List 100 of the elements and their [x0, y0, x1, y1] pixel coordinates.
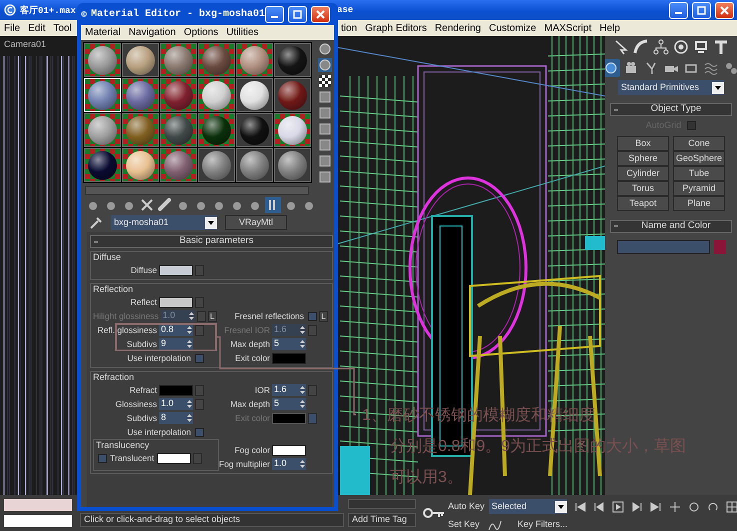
material-slot[interactable]: [236, 113, 273, 147]
menu-item[interactable]: Help: [595, 20, 624, 36]
minimize-button[interactable]: [265, 6, 284, 22]
eyedropper-icon[interactable]: [89, 216, 103, 230]
color-swatch[interactable]: [272, 352, 306, 364]
arc-icon[interactable]: [632, 38, 650, 56]
key-mode-dropdown[interactable]: Selected: [488, 499, 567, 514]
gears-icon[interactable]: [723, 60, 737, 76]
material-slot[interactable]: [160, 113, 197, 147]
script-output-field[interactable]: [4, 514, 72, 527]
material-slot[interactable]: [274, 148, 311, 182]
maximize-button[interactable]: [288, 6, 307, 22]
square-icon[interactable]: [318, 90, 332, 104]
play-icon[interactable]: [612, 500, 624, 512]
material-slot[interactable]: [84, 113, 121, 147]
close-button[interactable]: [714, 2, 734, 18]
number-spinner[interactable]: 9: [159, 338, 193, 350]
camera-icon[interactable]: [623, 60, 639, 76]
material-slot[interactable]: [236, 78, 273, 112]
material-slot[interactable]: [198, 148, 235, 182]
primitive-button[interactable]: Cylinder: [617, 166, 669, 180]
color-swatch[interactable]: [714, 240, 726, 254]
time-tag-button[interactable]: Add Time Tag: [348, 513, 416, 527]
hammer-icon[interactable]: [712, 38, 730, 56]
primitive-button[interactable]: Torus: [617, 180, 669, 196]
disc-icon[interactable]: [672, 38, 690, 56]
material-slot[interactable]: [122, 43, 159, 77]
number-spinner[interactable]: 1.0: [272, 458, 306, 470]
go-to-start-icon[interactable]: [574, 500, 586, 512]
spinner-arrows-icon[interactable]: [299, 399, 306, 409]
material-type-button[interactable]: VRayMtl: [225, 215, 287, 230]
delete-icon[interactable]: [139, 197, 155, 213]
material-slot[interactable]: [198, 78, 235, 112]
material-slot[interactable]: [274, 78, 311, 112]
spinner-arrows-icon[interactable]: [299, 339, 306, 349]
sphere-icon[interactable]: [603, 60, 619, 76]
square-icon[interactable]: [318, 106, 332, 120]
menu-item[interactable]: Customize: [484, 20, 540, 36]
square-icon[interactable]: [318, 154, 332, 168]
menu-item[interactable]: MAXScript: [540, 20, 596, 36]
spinner-arrows-icon[interactable]: [186, 325, 193, 335]
category-dropdown[interactable]: Standard Primitives: [618, 80, 724, 95]
spinner-arrows-icon[interactable]: [186, 339, 193, 349]
menu-item[interactable]: File: [0, 20, 24, 36]
number-spinner[interactable]: 5: [272, 398, 306, 410]
color-swatch[interactable]: [272, 444, 306, 456]
material-slot[interactable]: [84, 148, 121, 182]
rotate-icon[interactable]: [706, 500, 719, 512]
orbit-icon[interactable]: [688, 500, 700, 512]
number-spinner[interactable]: 5: [272, 338, 306, 350]
spinner-arrows-icon[interactable]: [186, 399, 193, 409]
auto-key-button[interactable]: Auto Key: [448, 500, 485, 514]
map-button[interactable]: [195, 324, 204, 336]
set-key-button[interactable]: Set Key: [448, 518, 480, 531]
menu-item[interactable]: Material: [81, 25, 125, 40]
lock-button[interactable]: L: [319, 310, 328, 322]
color-swatch[interactable]: [159, 264, 193, 276]
grid-icon[interactable]: [726, 500, 737, 512]
primitive-button[interactable]: Cone: [673, 136, 725, 150]
number-spinner[interactable]: 8: [159, 412, 193, 424]
number-spinner[interactable]: 1.0: [159, 398, 193, 410]
square-icon[interactable]: [318, 170, 332, 184]
bars-icon[interactable]: [265, 197, 281, 213]
spinner-arrows-icon[interactable]: [186, 413, 193, 423]
primitive-button[interactable]: Plane: [673, 196, 725, 210]
primitive-button[interactable]: GeoSphere: [673, 150, 725, 166]
primitive-button[interactable]: Teapot: [617, 196, 669, 210]
material-slot[interactable]: [198, 113, 235, 147]
material-slot[interactable]: [236, 148, 273, 182]
color-swatch[interactable]: [159, 296, 193, 308]
primitive-button[interactable]: Pyramid: [673, 180, 725, 196]
minimize-button[interactable]: [668, 2, 688, 18]
material-slot[interactable]: [274, 113, 311, 147]
checker-icon[interactable]: [318, 74, 332, 88]
primitive-button[interactable]: Tube: [673, 166, 725, 180]
square-icon[interactable]: [318, 122, 332, 136]
next-frame-icon[interactable]: [630, 500, 643, 512]
menu-item[interactable]: Graph Editors: [361, 20, 431, 36]
spinner-arrows-icon[interactable]: [299, 459, 306, 469]
menu-item[interactable]: tion: [337, 20, 362, 36]
material-slot[interactable]: [160, 78, 197, 112]
maximize-button[interactable]: [692, 2, 711, 18]
go-to-end-icon[interactable]: [650, 500, 662, 512]
key-curve-icon[interactable]: [488, 518, 502, 531]
key-filters-button[interactable]: Key Filters...: [518, 518, 568, 531]
square-icon[interactable]: [318, 138, 332, 152]
script-listener-field[interactable]: [4, 499, 72, 511]
menu-item[interactable]: Utilities: [222, 25, 263, 40]
close-button[interactable]: [311, 6, 330, 22]
color-swatch[interactable]: [157, 452, 192, 464]
number-spinner[interactable]: 0.8: [159, 324, 193, 336]
menu-item[interactable]: Tool: [49, 20, 76, 36]
primitive-button[interactable]: Sphere: [617, 150, 669, 166]
checkbox[interactable]: [98, 454, 107, 462]
waves-icon[interactable]: [703, 60, 719, 76]
number-spinner[interactable]: 1.6: [272, 384, 306, 396]
checkbox[interactable]: [195, 354, 204, 362]
spinner-arrows-icon[interactable]: [299, 385, 306, 395]
menu-item[interactable]: Navigation: [124, 25, 180, 40]
material-slot[interactable]: [274, 43, 311, 77]
